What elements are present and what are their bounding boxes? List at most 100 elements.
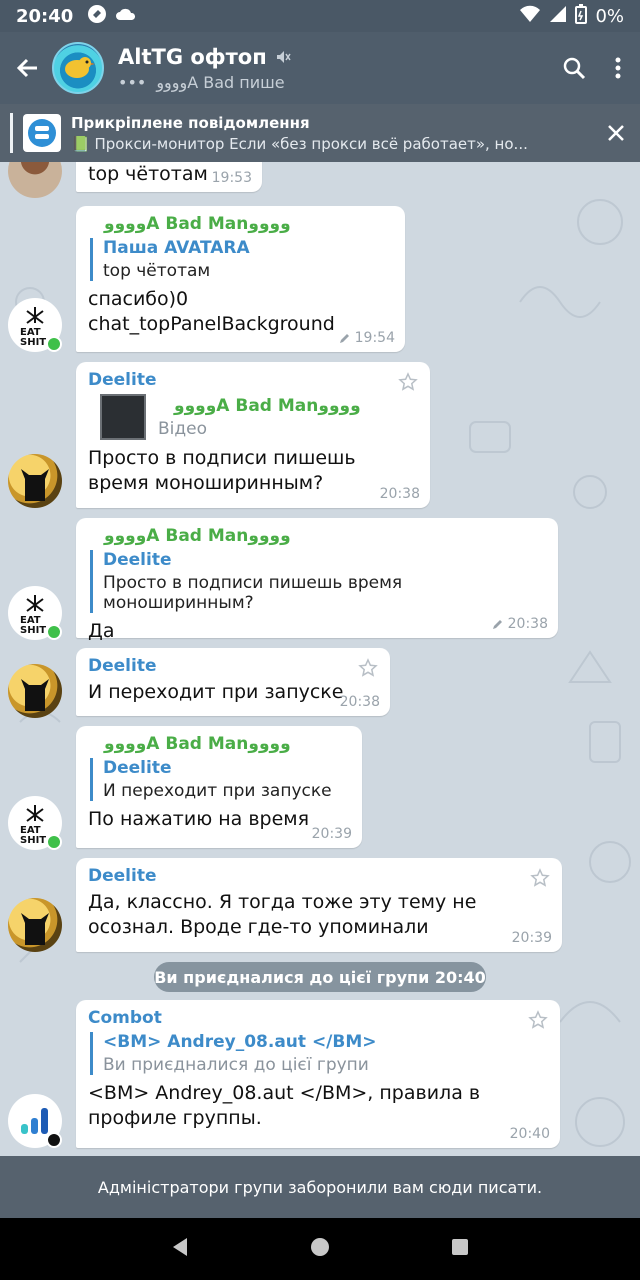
star-icon[interactable]: [530, 868, 550, 888]
nav-home-button[interactable]: [309, 1236, 331, 1262]
square-recents-icon: [452, 1239, 468, 1255]
message-time: 19:54: [354, 330, 395, 346]
cat-avatar-icon: [21, 913, 49, 945]
message-text: <BM> Andrey_08.aut </BM>, правила в проф…: [88, 1082, 481, 1129]
message-time: 20:38: [507, 616, 548, 632]
message-text: Да, классно. Я тогда тоже эту тему не ос…: [88, 891, 477, 938]
reply-preview[interactable]: Deelite Просто в подписи пишешь время мо…: [90, 550, 546, 613]
reply-preview[interactable]: <BM> Andrey_08.aut </BM> Ви приєдналися …: [90, 1032, 548, 1075]
search-button[interactable]: [552, 32, 596, 104]
nav-recents-button[interactable]: [449, 1236, 471, 1262]
star-icon[interactable]: [398, 372, 418, 392]
reply-text: top чётотам: [103, 261, 211, 281]
star-icon[interactable]: [528, 1010, 548, 1030]
reply-name: <BM> Andrey_08.aut </BM>: [103, 1032, 377, 1052]
book-emoji-icon: 📗: [71, 134, 90, 153]
reply-text: И переходит при запуске: [103, 781, 332, 801]
message-bubble[interactable]: Deelite И переходит при запуске 20:38: [76, 648, 390, 716]
star-icon[interactable]: [358, 658, 378, 678]
cloud-icon: [115, 6, 137, 27]
svg-text:SHIT: SHIT: [20, 337, 46, 347]
svg-text:SHIT: SHIT: [20, 835, 46, 845]
bot-indicator: [46, 1132, 62, 1148]
edited-pencil-icon: [492, 620, 502, 629]
message-sender: ﻭﻭﻭﻭA Bad Manﻭﻭﻭﻭ: [104, 214, 291, 234]
reply-name: Deelite: [103, 758, 172, 778]
battery-percent: 0%: [595, 5, 624, 27]
chat-avatar[interactable]: [52, 42, 104, 94]
proxy-monitor-icon: [28, 119, 56, 147]
message-text: Просто в подписи пишешь время моноширинн…: [88, 447, 356, 494]
signal-icon: [549, 5, 567, 28]
message-bubble[interactable]: top чётотам 19:53: [76, 162, 262, 192]
circle-home-icon: [311, 1238, 329, 1256]
typing-indicator: •••: [118, 72, 147, 92]
message-time: 19:53: [211, 170, 252, 186]
reply-text: Відео: [158, 418, 207, 439]
arrow-left-icon: [16, 58, 37, 78]
back-button[interactable]: [0, 32, 56, 104]
chat-title: AltTG офтоп: [118, 44, 267, 69]
service-message: Ви приєдналися до цієї групи 20:40: [154, 962, 486, 992]
avatar-deelite[interactable]: [8, 898, 62, 952]
reply-text: Ви приєдналися до цієї групи: [103, 1055, 369, 1075]
message-text: И переходит при запуске: [88, 681, 344, 703]
pinned-thumbnail: [23, 114, 61, 152]
avatar-deelite[interactable]: [8, 454, 62, 508]
message-bubble[interactable]: Deelite ﻭﻭﻭﻭA Bad Manﻭﻭﻭﻭ Відео Просто в…: [76, 362, 430, 508]
message-time: 20:38: [379, 486, 420, 502]
message-bubble[interactable]: Deelite Да, классно. Я тогда тоже эту те…: [76, 858, 562, 952]
chat-title-area[interactable]: AltTG офтоп ••• ﻭﻭﻭﻭA Bad пише: [118, 45, 552, 92]
search-icon: [563, 57, 586, 80]
online-indicator: [46, 834, 62, 850]
chat-subtitle: ﻭﻭﻭﻭA Bad пише: [156, 72, 285, 92]
status-time: 20:40: [16, 5, 74, 27]
online-indicator: [46, 624, 62, 640]
reply-preview[interactable]: Паша AVATARA top чётотам: [90, 238, 393, 281]
reply-preview[interactable]: Deelite И переходит при запуске: [90, 758, 350, 801]
avatar-deelite[interactable]: [8, 664, 62, 718]
message-time: 20:39: [311, 826, 352, 842]
svg-text:SHIT: SHIT: [20, 625, 46, 635]
message-list[interactable]: top чётотам 19:53 ﻭﻭﻭﻭA Bad Manﻭﻭﻭﻭ Паша…: [0, 162, 640, 1156]
triangle-back-icon: [173, 1238, 187, 1256]
chat-header: AltTG офтоп ••• ﻭﻭﻭﻭA Bad пише: [0, 32, 640, 104]
message-time: 20:39: [511, 930, 552, 946]
message-text-line-1: спасибо)0: [88, 288, 189, 310]
message-sender: ﻭﻭﻭﻭA Bad Manﻭﻭﻭﻭ: [104, 734, 291, 754]
muted-icon: [276, 50, 291, 63]
pinned-close-button[interactable]: [592, 104, 640, 162]
message-bubble[interactable]: Combot <BM> Andrey_08.aut </BM> Ви приєд…: [76, 1000, 560, 1148]
more-button[interactable]: [596, 32, 640, 104]
battery-icon: [575, 3, 588, 29]
reply-name: Deelite: [103, 550, 172, 570]
reply-preview[interactable]: ﻭﻭﻭﻭA Bad Manﻭﻭﻭﻭ Відео: [100, 394, 418, 440]
pinned-indicator: [10, 113, 13, 153]
app-notification-icon: [87, 4, 107, 29]
message-time: 20:38: [339, 694, 380, 710]
pinned-text: Прокси-монитор Если «без прокси всё рабо…: [94, 134, 528, 153]
message-sender: Deelite: [88, 656, 157, 676]
message-sender: Combot: [88, 1008, 162, 1028]
message-sender: Deelite: [88, 866, 157, 886]
edited-pencil-icon: [339, 334, 349, 343]
video-thumbnail: [100, 394, 146, 440]
nav-back-button[interactable]: [169, 1236, 191, 1262]
system-navigation-bar: [0, 1218, 640, 1280]
bird-logo-icon: [65, 57, 95, 78]
message-bubble[interactable]: ﻭﻭﻭﻭA Bad Manﻭﻭﻭﻭ Deelite Просто в подпи…: [76, 518, 558, 642]
write-restricted-notice: Адміністратори групи заборонили вам сюди…: [0, 1156, 640, 1218]
reply-name: ﻭﻭﻭﻭA Bad Manﻭﻭﻭﻭ: [174, 395, 361, 416]
wifi-icon: [519, 5, 541, 28]
bar-chart-logo-icon: [21, 1108, 48, 1134]
close-icon: [608, 125, 624, 141]
message-bubble[interactable]: ﻭﻭﻭﻭA Bad Manﻭﻭﻭﻭ Паша AVATARA top чётот…: [76, 206, 405, 352]
cat-avatar-icon: [21, 469, 49, 501]
more-vertical-icon: [615, 57, 621, 79]
online-indicator: [46, 336, 62, 352]
pinned-title: Прикріплене повідомлення: [71, 113, 310, 132]
reply-name: Паша AVATARA: [103, 238, 250, 258]
message-sender: ﻭﻭﻭﻭA Bad Manﻭﻭﻭﻭ: [104, 526, 291, 546]
pinned-message-bar[interactable]: Прикріплене повідомлення 📗 Прокси-монито…: [0, 104, 640, 162]
message-bubble[interactable]: ﻭﻭﻭﻭA Bad Manﻭﻭﻭﻭ Deelite И переходит пр…: [76, 726, 362, 848]
